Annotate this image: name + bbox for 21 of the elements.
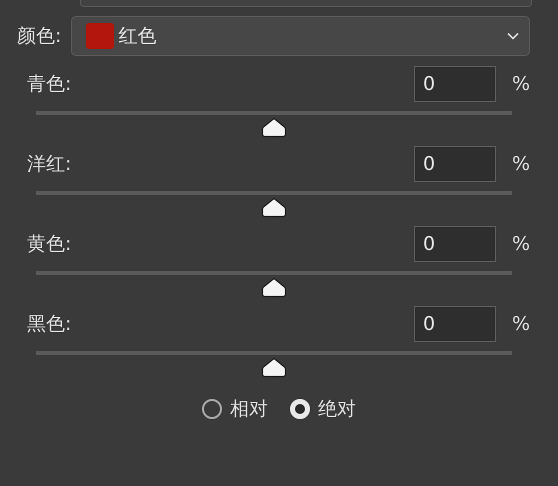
percent-unit: %	[512, 153, 530, 175]
percent-unit: %	[512, 233, 530, 255]
value-field[interactable]: 0	[414, 306, 496, 342]
percent-unit: %	[512, 73, 530, 95]
slider-thumb[interactable]	[261, 117, 287, 138]
slider-label: 洋红:	[27, 152, 72, 177]
slider-label: 黄色:	[27, 232, 72, 257]
percent-unit: %	[512, 313, 530, 335]
color-dropdown[interactable]: 红色	[71, 16, 530, 56]
slider-thumb[interactable]	[261, 277, 287, 298]
method-radio[interactable]: 相对	[202, 396, 268, 422]
method-radio[interactable]: 绝对	[290, 396, 356, 422]
value-field[interactable]: 0	[414, 146, 496, 182]
chevron-down-icon	[507, 32, 519, 40]
value-field[interactable]: 0	[414, 66, 496, 102]
slider-label: 青色:	[27, 72, 72, 97]
slider-label: 黑色:	[27, 312, 72, 337]
color-label: 颜色:	[17, 24, 62, 49]
value-field[interactable]: 0	[414, 226, 496, 262]
slider-thumb[interactable]	[261, 357, 287, 378]
slider-thumb[interactable]	[261, 197, 287, 218]
